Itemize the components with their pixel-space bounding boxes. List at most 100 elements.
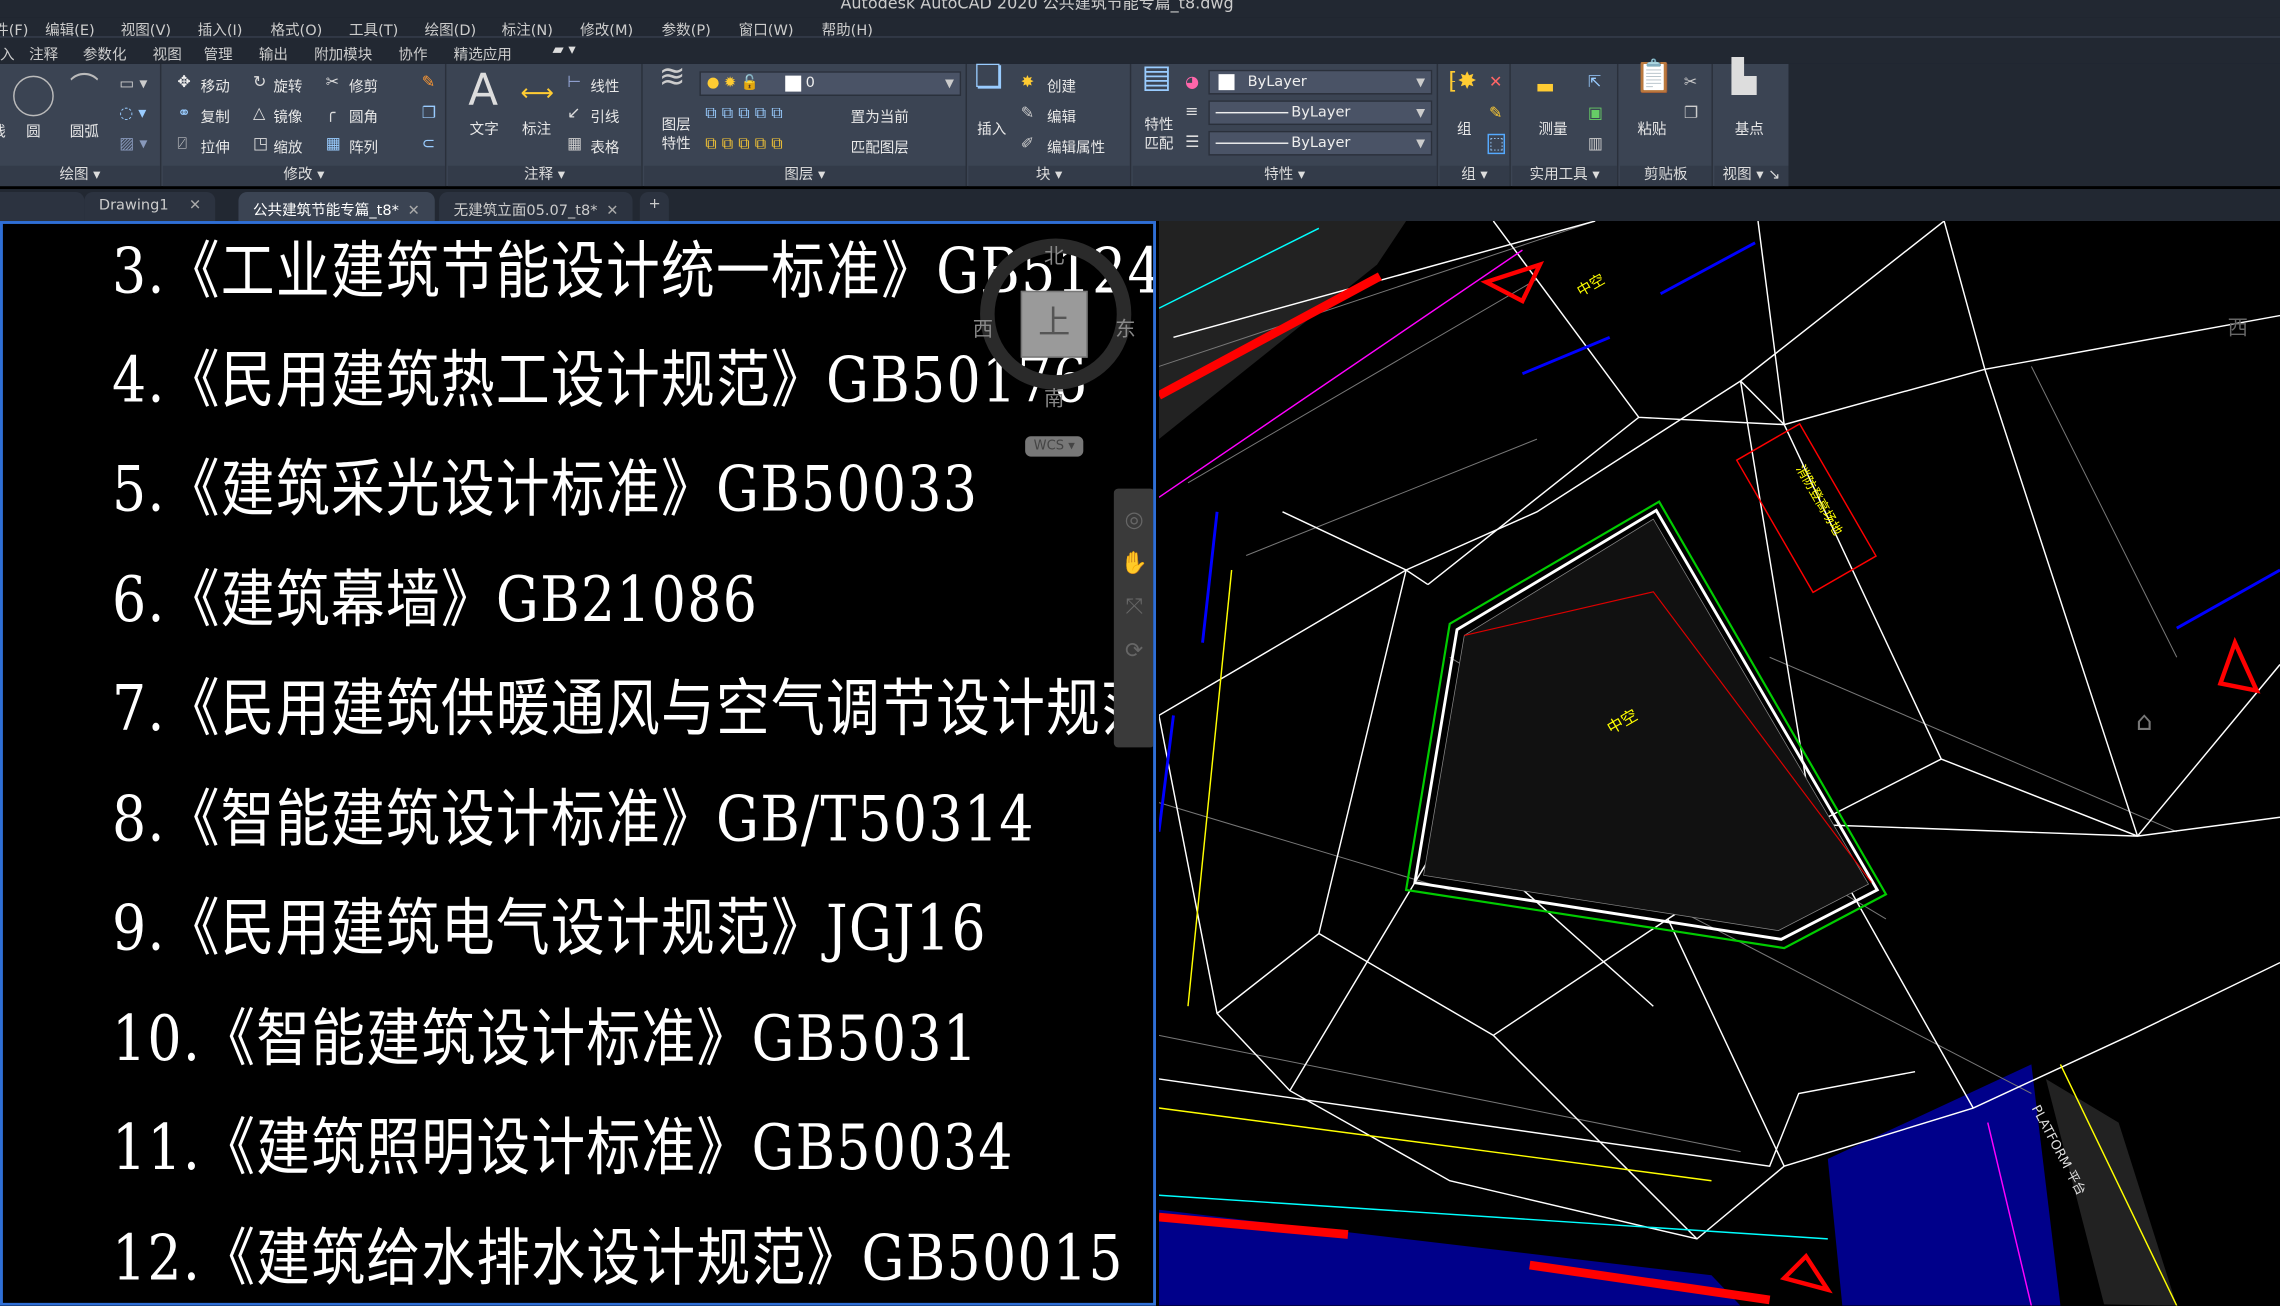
group-select-icon[interactable]: ⬚	[1487, 133, 1506, 155]
home-icon[interactable]: ⌂	[2136, 707, 2153, 737]
panel-draw-label[interactable]: 绘图 ▾	[0, 165, 160, 187]
arc-button[interactable]: 圆弧	[70, 119, 99, 141]
close-icon[interactable]: ✕	[408, 204, 420, 220]
group-button[interactable]: 组	[1457, 116, 1472, 138]
quick-select-icon[interactable]: ⇱	[1588, 73, 1601, 91]
orbit-icon[interactable]: ⟳	[1114, 637, 1153, 663]
tab-addins[interactable]: 附加模块	[314, 42, 372, 64]
ellipse-icon[interactable]: ◌ ▾	[119, 104, 146, 122]
ungroup-icon[interactable]: ✕	[1489, 73, 1502, 91]
rectangle-icon[interactable]: ▭ ▾	[119, 75, 147, 93]
measure-button[interactable]: 测量	[1538, 116, 1567, 138]
select-all-icon[interactable]: ▣	[1588, 104, 1603, 122]
left-viewport[interactable]: 3.《工业建筑节能设计统一标准》GB51245 4.《民用建筑热工设计规范》GB…	[0, 221, 1157, 1306]
panel-layers-label[interactable]: 图层 ▾	[644, 165, 966, 187]
tab-parametric[interactable]: 参数化	[83, 42, 127, 64]
trim-button[interactable]: 修剪	[349, 74, 378, 96]
hatch-icon[interactable]: ▨ ▾	[119, 135, 147, 152]
panel-block-label[interactable]: 块 ▾	[968, 165, 1130, 187]
menu-draw[interactable]: 绘图(D)	[425, 17, 477, 39]
steering-wheel-icon[interactable]: ◎	[1114, 506, 1153, 532]
table-button[interactable]: 表格	[590, 135, 619, 157]
offset-icon[interactable]: ⊂	[422, 135, 435, 152]
fillet-button[interactable]: 圆角	[349, 105, 378, 127]
leader-button[interactable]: 引线	[590, 105, 619, 127]
create-block-button[interactable]: 创建	[1047, 74, 1076, 96]
insert-button[interactable]: 插入	[977, 116, 1006, 138]
calculator-icon[interactable]: ▥	[1588, 135, 1603, 152]
base-point-button[interactable]: 基点	[1735, 116, 1764, 138]
file-tab-start[interactable]	[0, 191, 85, 222]
color-dropdown[interactable]: ByLayer ▼	[1208, 69, 1433, 95]
file-tab-drawing1[interactable]: Drawing1 ✕	[84, 191, 216, 222]
tab-annotate[interactable]: 注释	[29, 42, 58, 64]
panel-annotation-label[interactable]: 注释 ▾	[447, 165, 642, 187]
compass-west[interactable]: 西	[973, 314, 993, 343]
file-tab-elevation[interactable]: 无建筑立面05.07_t8* ✕	[439, 191, 633, 222]
tab-collaborate[interactable]: 协作	[398, 42, 427, 64]
viewcube-face-top[interactable]: 上	[1020, 290, 1088, 358]
menu-dimension[interactable]: 标注(N)	[502, 17, 553, 39]
linetype-dropdown[interactable]: ByLayer ▼	[1208, 130, 1433, 156]
array-button[interactable]: 阵列	[349, 135, 378, 157]
close-icon[interactable]: ✕	[189, 198, 201, 214]
panel-modify-label[interactable]: 修改 ▾	[162, 165, 445, 187]
menu-format[interactable]: 格式(O)	[270, 17, 322, 39]
menu-tools[interactable]: 工具(T)	[349, 17, 398, 39]
explode-icon[interactable]: ❐	[422, 104, 436, 122]
layer-properties-button[interactable]: 图层特性	[662, 116, 694, 154]
menu-help[interactable]: 帮助(H)	[822, 17, 873, 39]
paste-button[interactable]: 粘贴	[1637, 116, 1666, 138]
menu-insert[interactable]: 插入(I)	[198, 17, 243, 39]
ucs-menu[interactable]: WCS ▾	[1025, 436, 1084, 457]
rotate-button[interactable]: 旋转	[273, 74, 302, 96]
compass-north[interactable]: 北	[1044, 241, 1064, 270]
line-button[interactable]: 线	[0, 119, 6, 141]
match-properties-button[interactable]: 特性匹配	[1144, 116, 1176, 154]
cut-icon[interactable]: ✂	[1684, 73, 1697, 91]
ribbon-toggle-icon[interactable]: ▰ ▾	[553, 42, 576, 58]
navigation-bar[interactable]: ◎ ✋ ⤧ ⟳	[1113, 488, 1154, 748]
text-button[interactable]: 文字	[470, 116, 499, 138]
match-layer-button[interactable]: 匹配图层	[851, 135, 909, 157]
scale-button[interactable]: 缩放	[273, 135, 302, 157]
compass-east[interactable]: 东	[1115, 314, 1135, 343]
menu-edit[interactable]: 编辑(E)	[45, 17, 95, 39]
tab-featured-apps[interactable]: 精选应用	[454, 42, 512, 64]
menu-file[interactable]: 文件(F)	[0, 17, 28, 39]
close-icon[interactable]: ✕	[606, 204, 618, 220]
linear-button[interactable]: 线性	[590, 74, 619, 96]
menu-window[interactable]: 窗口(W)	[739, 17, 794, 39]
make-current-button[interactable]: 置为当前	[851, 105, 909, 127]
panel-utilities-label[interactable]: 实用工具 ▾	[1512, 165, 1617, 187]
new-tab-button[interactable]: +	[639, 191, 670, 222]
pan-icon[interactable]: ✋	[1114, 550, 1153, 576]
zoom-extents-icon[interactable]: ⤧	[1114, 593, 1153, 619]
right-viewcube-west[interactable]: 西	[2228, 315, 2248, 339]
edit-attribute-button[interactable]: 编辑属性	[1047, 135, 1105, 157]
viewcube[interactable]: 上 北 南 东 西 WCS ▾	[3, 224, 1153, 1303]
compass-south[interactable]: 南	[1044, 384, 1064, 413]
lineweight-dropdown[interactable]: ByLayer ▼	[1208, 100, 1433, 126]
erase-icon[interactable]: ✎	[422, 73, 435, 91]
stretch-button[interactable]: 拉伸	[201, 135, 230, 157]
circle-button[interactable]: 圆	[26, 119, 41, 141]
group-edit-icon[interactable]: ✎	[1489, 104, 1502, 122]
layer-tools-row1-icons[interactable]: ⧉ ⧉ ⧉ ⧉ ⧉	[705, 104, 782, 122]
edit-block-button[interactable]: 编辑	[1047, 105, 1076, 127]
move-button[interactable]: 移动	[201, 74, 230, 96]
menu-parametric[interactable]: 参数(P)	[662, 17, 711, 39]
layer-dropdown[interactable]: ● ✹ 🔓 0 ▼	[699, 71, 962, 96]
tab-output[interactable]: 输出	[259, 42, 288, 64]
layer-tools-row2-icons[interactable]: ⧉ ⧉ ⧉ ⧉ ⧉	[705, 135, 782, 152]
copy-clip-icon[interactable]: ❐	[1684, 104, 1698, 122]
right-viewport[interactable]: 中空 中空 消防登高场地 PLATFORM 平台 西 ⌂	[1158, 221, 2280, 1306]
dimension-button[interactable]: 标注	[522, 116, 551, 138]
panel-properties-label[interactable]: 特性 ▾	[1132, 165, 1437, 187]
menu-view[interactable]: 视图(V)	[121, 17, 171, 39]
panel-groups-label[interactable]: 组 ▾	[1439, 165, 1510, 187]
mirror-button[interactable]: 镜像	[273, 105, 302, 127]
file-tab-active[interactable]: 公共建筑节能专篇_t8* ✕	[238, 191, 435, 222]
menu-modify[interactable]: 修改(M)	[580, 17, 633, 39]
tab-view[interactable]: 视图	[153, 42, 182, 64]
